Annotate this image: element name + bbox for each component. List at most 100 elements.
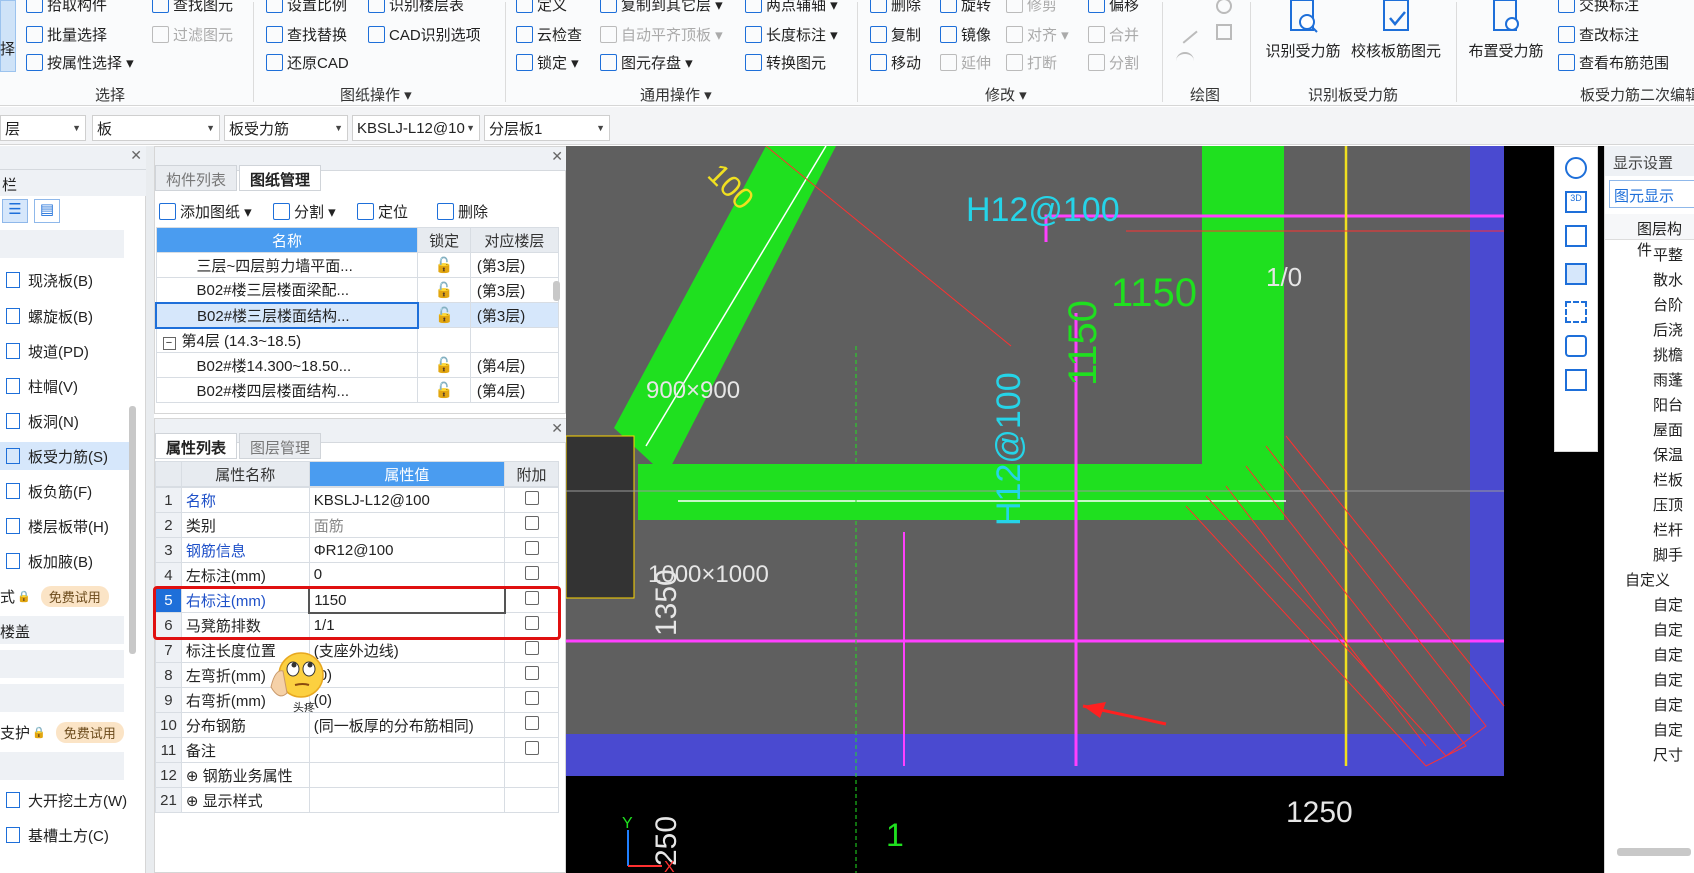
layer-item[interactable]: 尺寸 bbox=[1605, 742, 1685, 767]
property-value[interactable]: ΦR12@100 bbox=[308, 537, 506, 563]
drawing-scrollbar[interactable] bbox=[553, 281, 560, 301]
view-toggle-detail[interactable]: ▤ bbox=[34, 199, 60, 223]
recognize-rebar-button[interactable]: 识别受力筋 bbox=[1260, 0, 1346, 68]
property-value[interactable]: KBSLJ-L12@100 bbox=[308, 487, 506, 513]
collapse-icon[interactable]: − bbox=[162, 336, 176, 350]
nav-item-spiral-slab[interactable]: 螺旋板(B) bbox=[0, 302, 136, 330]
close-icon[interactable]: ✕ bbox=[551, 420, 563, 437]
by-property-select-button[interactable]: 按属性选择 ▾ bbox=[26, 52, 134, 73]
lock-icon[interactable]: 🔓 bbox=[417, 252, 471, 278]
nav-item-slab-haunch[interactable]: 板加腋(B) bbox=[0, 547, 136, 575]
table-row[interactable]: B02#楼三层楼面梁配... 🔓 (第3层) bbox=[155, 277, 560, 303]
nav-category-3[interactable]: 支护 🔒 免费试用 bbox=[0, 718, 124, 746]
layer-item[interactable]: 散水 bbox=[1605, 267, 1685, 292]
component-select[interactable]: KBSLJ-L12@10 ▼ bbox=[352, 115, 480, 141]
arc-draw-icon[interactable] bbox=[1176, 52, 1194, 70]
find-replace-button[interactable]: 查找替换 bbox=[266, 24, 347, 45]
col-lock-header[interactable]: 锁定 bbox=[417, 227, 471, 253]
display-settings-icon[interactable] bbox=[1565, 369, 1587, 391]
extra-checkbox-cell[interactable] bbox=[504, 537, 559, 563]
layer-item[interactable]: 栏板 bbox=[1605, 467, 1685, 492]
dim-label[interactable]: 1250 bbox=[1286, 796, 1353, 829]
layer-item[interactable]: 台阶 bbox=[1605, 292, 1685, 317]
layer-item[interactable]: 脚手 bbox=[1605, 542, 1685, 567]
free-trial-badge[interactable]: 免费试用 bbox=[55, 721, 124, 743]
swap-mark-button[interactable]: 交换标注 bbox=[1558, 0, 1639, 15]
extend-button[interactable]: 延伸 bbox=[940, 52, 991, 73]
property-value[interactable]: (支座外边线) bbox=[308, 637, 506, 663]
property-row[interactable]: 21 ⊕ 显示样式 bbox=[155, 787, 559, 813]
dim-label[interactable]: 900×900 bbox=[646, 377, 740, 404]
restore-cad-button[interactable]: 还原CAD bbox=[266, 52, 349, 73]
filter-element-button[interactable]: 过滤图元 bbox=[152, 24, 233, 45]
extra-checkbox-cell[interactable] bbox=[504, 712, 559, 738]
floor-group[interactable]: − 第4层 (14.3~18.5) bbox=[155, 327, 419, 353]
property-row[interactable]: 9 右弯折(mm) (0) bbox=[155, 687, 559, 713]
split-button[interactable]: 分割 bbox=[1088, 52, 1139, 73]
checkbox[interactable] bbox=[524, 716, 539, 730]
layer-item[interactable]: 平整 bbox=[1605, 242, 1685, 267]
checkbox[interactable] bbox=[524, 566, 539, 580]
dim-label[interactable]: 1/0 bbox=[1266, 262, 1302, 292]
cad-options-button[interactable]: CAD识别选项 bbox=[368, 24, 481, 45]
nav-item-cast-slab[interactable]: 现浇板(B) bbox=[0, 266, 136, 294]
table-row[interactable]: B02#楼三层楼面结构... 🔓 (第3层) bbox=[155, 301, 560, 329]
break-button[interactable]: 打断 bbox=[1006, 52, 1057, 73]
extra-checkbox-cell[interactable] bbox=[504, 487, 559, 513]
property-row[interactable]: 11 备注 bbox=[155, 737, 559, 763]
property-row[interactable]: 4 左标注(mm) 0 bbox=[155, 562, 559, 588]
property-row[interactable]: 3 钢筋信息 ΦR12@100 bbox=[155, 537, 559, 563]
nav-item-ramp[interactable]: 坡道(PD) bbox=[0, 337, 136, 365]
property-value[interactable]: 面筋 bbox=[308, 512, 506, 538]
layer-item[interactable]: 自定 bbox=[1605, 642, 1685, 667]
layer-item[interactable]: 自定 bbox=[1605, 692, 1685, 717]
extra-checkbox-cell[interactable] bbox=[504, 687, 559, 713]
extra-checkbox-cell[interactable] bbox=[504, 787, 559, 813]
layer-item[interactable]: 阳台 bbox=[1605, 392, 1685, 417]
property-value[interactable] bbox=[308, 762, 506, 788]
fit-view-icon[interactable] bbox=[1565, 301, 1587, 323]
nav-item-neg-rebar[interactable]: 板负筋(F) bbox=[0, 477, 136, 505]
property-value[interactable]: 0 bbox=[308, 562, 506, 588]
left-scrollbar[interactable] bbox=[129, 406, 136, 654]
view-range-button[interactable]: 查看布筋范围 bbox=[1558, 52, 1669, 73]
property-value[interactable]: (0) bbox=[308, 687, 506, 713]
rect-draw-icon[interactable] bbox=[1216, 24, 1232, 40]
checkbox[interactable] bbox=[524, 516, 539, 530]
property-value[interactable] bbox=[308, 787, 506, 813]
nav-item-slab-hole[interactable]: 板洞(N) bbox=[0, 407, 136, 435]
property-row[interactable]: 1 名称 KBSLJ-L12@100 bbox=[155, 487, 559, 513]
tab-drawing-management[interactable]: 图纸管理 bbox=[239, 165, 322, 191]
right-scrollbar[interactable] bbox=[1617, 848, 1691, 856]
lock-icon[interactable]: 🔓 bbox=[417, 302, 471, 328]
trim-button[interactable]: 修剪 bbox=[1006, 0, 1057, 15]
move-button[interactable]: 移动 bbox=[870, 52, 921, 73]
layer-item[interactable]: 栏杆 bbox=[1605, 517, 1685, 542]
layer-item[interactable]: 压顶 bbox=[1605, 492, 1685, 517]
checkbox[interactable] bbox=[524, 491, 539, 505]
cube-front-icon[interactable] bbox=[1565, 263, 1587, 285]
lock-icon[interactable]: 🔓 bbox=[417, 277, 471, 303]
find-element-button[interactable]: 查找图元 bbox=[152, 0, 233, 15]
property-row[interactable]: 12 ⊕ 钢筋业务属性 bbox=[155, 762, 559, 788]
rebar-label-top[interactable]: H12@100 bbox=[966, 191, 1120, 229]
mirror-button[interactable]: 镜像 bbox=[940, 24, 991, 45]
checkbox[interactable] bbox=[524, 541, 539, 555]
layer-item[interactable]: 雨蓬 bbox=[1605, 367, 1685, 392]
check-rebar-button[interactable]: 校核板筋图元 bbox=[1348, 0, 1444, 68]
element-save-button[interactable]: 图元存盘 ▾ bbox=[600, 52, 693, 73]
3d-view-icon[interactable]: 3D bbox=[1565, 191, 1587, 213]
extra-checkbox-cell[interactable] bbox=[504, 737, 559, 763]
cad-drawing[interactable]: H12@100 1150 900×900 1000×1000 1250 1/0 … bbox=[566, 146, 1604, 873]
layer-item[interactable]: 自定 bbox=[1605, 667, 1685, 692]
extra-checkbox-cell[interactable] bbox=[504, 512, 559, 538]
free-trial-badge[interactable]: 免费试用 bbox=[40, 585, 109, 607]
auto-flat-slab-button[interactable]: 自动平齐顶板 ▾ bbox=[600, 24, 723, 45]
property-row[interactable]: 2 类别 面筋 bbox=[155, 512, 559, 538]
tab-layer-management[interactable]: 图层管理 bbox=[239, 433, 322, 459]
set-scale-button[interactable]: 设置比例 bbox=[266, 0, 347, 15]
nav-category-1[interactable]: 式 🔒 免费试用 bbox=[0, 582, 124, 610]
nav-item-floor-band[interactable]: 楼层板带(H) bbox=[0, 512, 136, 540]
layer-item[interactable]: 自定义 bbox=[1605, 567, 1685, 592]
tab-element-display[interactable]: 图元显示 bbox=[1609, 180, 1694, 208]
